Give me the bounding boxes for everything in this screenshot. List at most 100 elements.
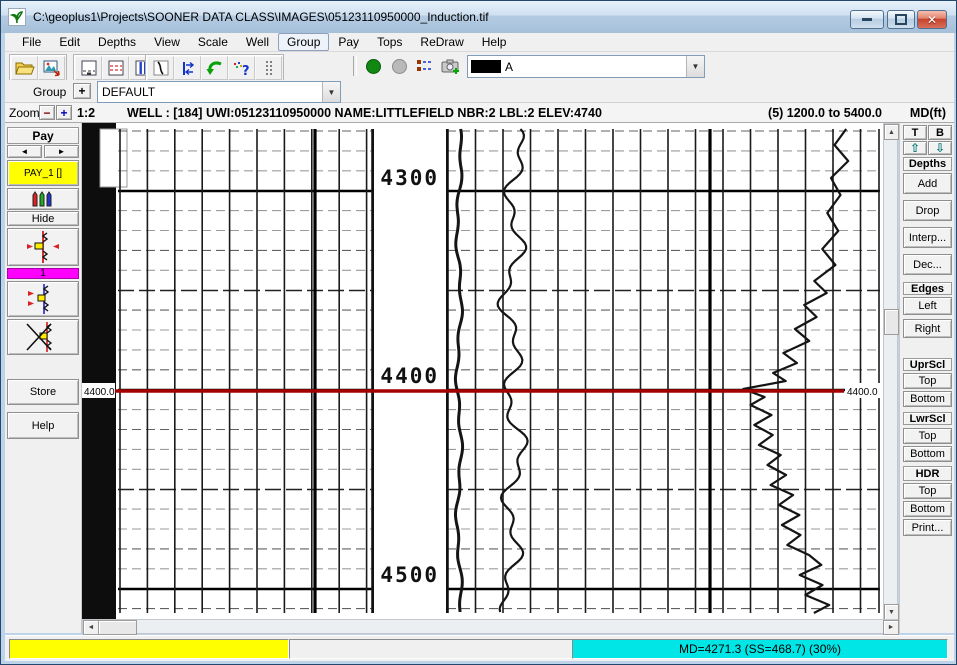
- add-depth-button[interactable]: Add: [903, 173, 952, 194]
- hdr-bottom-button[interactable]: Bottom: [903, 501, 952, 517]
- menu-well[interactable]: Well: [237, 33, 278, 51]
- uprscl-top-button[interactable]: Top: [903, 373, 952, 389]
- track-indicator[interactable]: 1: [7, 268, 79, 279]
- pay-next-button[interactable]: ►: [44, 145, 79, 158]
- open-image-button[interactable]: [11, 56, 38, 80]
- edges-header: Edges: [903, 282, 952, 295]
- status-middle-panel: [289, 639, 574, 659]
- dots-track-button[interactable]: [255, 56, 282, 80]
- scroll-up-icon: ▲: [888, 129, 895, 136]
- menu-help[interactable]: Help: [473, 33, 516, 51]
- down-arrow-icon: ⇩: [935, 141, 945, 155]
- crayons-icon: [30, 190, 56, 208]
- pay-pick-left-icon: [26, 284, 60, 314]
- context-help-button[interactable]: ?: [228, 56, 255, 80]
- hide-button[interactable]: Hide: [7, 211, 79, 226]
- interp-button[interactable]: Interp...: [903, 227, 952, 248]
- print-button[interactable]: Print...: [903, 519, 952, 536]
- scroll-up-button[interactable]: ▲: [884, 124, 899, 140]
- zoom-out-button[interactable]: −: [39, 105, 55, 120]
- scale-bracket-icon: [178, 60, 198, 77]
- pay-prev-button[interactable]: ◄: [7, 145, 42, 158]
- group-select[interactable]: DEFAULT ▼: [97, 81, 341, 103]
- scroll-depth-up-button[interactable]: ⇧: [903, 141, 927, 155]
- save-image-button[interactable]: [38, 56, 65, 80]
- app-icon[interactable]: [8, 8, 26, 26]
- store-button[interactable]: Store: [7, 379, 79, 405]
- menu-tops[interactable]: Tops: [368, 33, 411, 51]
- minimize-button[interactable]: [850, 10, 884, 29]
- svg-text:4400: 4400: [380, 364, 439, 388]
- layer-select[interactable]: A ▼: [467, 55, 705, 78]
- petra-plant-icon: [10, 10, 24, 24]
- scale-lines-button[interactable]: [102, 56, 129, 80]
- depths-panel: T B ⇧ ⇩ Depths Add Drop Interp... Dec...…: [899, 123, 954, 633]
- zoom-in-button[interactable]: +: [56, 105, 72, 120]
- zoom-label: Zoom: [9, 106, 40, 120]
- menu-edit[interactable]: Edit: [50, 33, 89, 51]
- restore-button[interactable]: [887, 10, 915, 29]
- group-select-arrow[interactable]: ▼: [322, 82, 340, 102]
- hdr-top-button[interactable]: Top: [903, 483, 952, 499]
- lwrscl-header: LwrScl: [903, 412, 952, 425]
- lwrscl-top-button[interactable]: Top: [903, 428, 952, 444]
- green-dot-icon: [366, 59, 381, 74]
- bottom-button[interactable]: B: [928, 125, 952, 140]
- curve-slant-icon: [151, 60, 171, 77]
- vertical-scroll-thumb[interactable]: [884, 309, 899, 335]
- vertical-scrollbar[interactable]: ▲ ▼: [883, 123, 898, 619]
- close-button[interactable]: ✕: [917, 10, 947, 29]
- pay-colors-button[interactable]: [7, 188, 79, 210]
- scroll-depth-down-button[interactable]: ⇩: [928, 141, 952, 155]
- edge-left-button[interactable]: Left: [903, 297, 952, 315]
- md-readout-text: MD=4271.3 (SS=468.7) (30%): [679, 642, 841, 656]
- undo-button[interactable]: [201, 56, 228, 80]
- scroll-right-button[interactable]: ►: [883, 620, 899, 635]
- page-redlines-icon: [106, 60, 126, 77]
- pay-item-button[interactable]: PAY_1 []: [7, 160, 79, 186]
- zoom-ratio: 1:2: [77, 106, 95, 120]
- digitize-curve-button[interactable]: [147, 56, 174, 80]
- erase-pay-button[interactable]: [7, 319, 79, 355]
- uprscl-bottom-button[interactable]: Bottom: [903, 391, 952, 407]
- menu-depths[interactable]: Depths: [89, 33, 145, 51]
- green-status-button[interactable]: [361, 56, 385, 76]
- top-button[interactable]: T: [903, 125, 927, 140]
- scroll-down-button[interactable]: ▼: [884, 604, 899, 620]
- arrow-right-icon: ►: [58, 147, 66, 156]
- horizontal-scroll-thumb[interactable]: [98, 620, 137, 635]
- pick-pay2-button[interactable]: [7, 281, 79, 317]
- layer-select-arrow[interactable]: ▼: [686, 56, 704, 77]
- menu-group[interactable]: Group: [278, 33, 329, 51]
- gray-dot-icon: [392, 59, 407, 74]
- minimize-icon: [862, 18, 872, 21]
- log-canvas[interactable]: 4300440045004400.04400.0: [82, 123, 883, 619]
- open-folder-icon: [15, 60, 35, 77]
- status-progress-yellow: [9, 639, 289, 659]
- group-add-button[interactable]: +: [73, 83, 91, 99]
- menu-redraw[interactable]: ReDraw: [411, 33, 472, 51]
- menu-file[interactable]: File: [13, 33, 50, 51]
- scroll-left-button[interactable]: ◄: [83, 620, 99, 635]
- up-arrow-icon: ⇧: [910, 141, 920, 155]
- scale-bottom-button[interactable]: [75, 56, 102, 80]
- chevron-down-icon: ▼: [692, 62, 700, 71]
- dec-button[interactable]: Dec...: [903, 254, 952, 275]
- lwrscl-bottom-button[interactable]: Bottom: [903, 446, 952, 462]
- pay-panel: Pay ◄ ► PAY_1 [] Hide: [5, 123, 82, 633]
- edge-right-button[interactable]: Right: [903, 319, 952, 338]
- window-title: C:\geoplus1\Projects\SOONER DATA CLASS\I…: [33, 10, 489, 24]
- capture-button[interactable]: [439, 56, 463, 76]
- depth-scale-button[interactable]: [174, 56, 201, 80]
- drop-depth-button[interactable]: Drop: [903, 200, 952, 221]
- gray-status-button[interactable]: [387, 56, 411, 76]
- horizontal-scrollbar[interactable]: ◄ ►: [82, 619, 898, 634]
- pick-pay-button[interactable]: [7, 228, 79, 266]
- menu-pay[interactable]: Pay: [329, 33, 368, 51]
- toolbar-separator: [353, 56, 357, 76]
- help-button[interactable]: Help: [7, 412, 79, 439]
- menu-view[interactable]: View: [145, 33, 189, 51]
- menu-scale[interactable]: Scale: [189, 33, 237, 51]
- list-button[interactable]: [413, 56, 437, 76]
- depth-range: (5) 1200.0 to 5400.0: [768, 106, 882, 120]
